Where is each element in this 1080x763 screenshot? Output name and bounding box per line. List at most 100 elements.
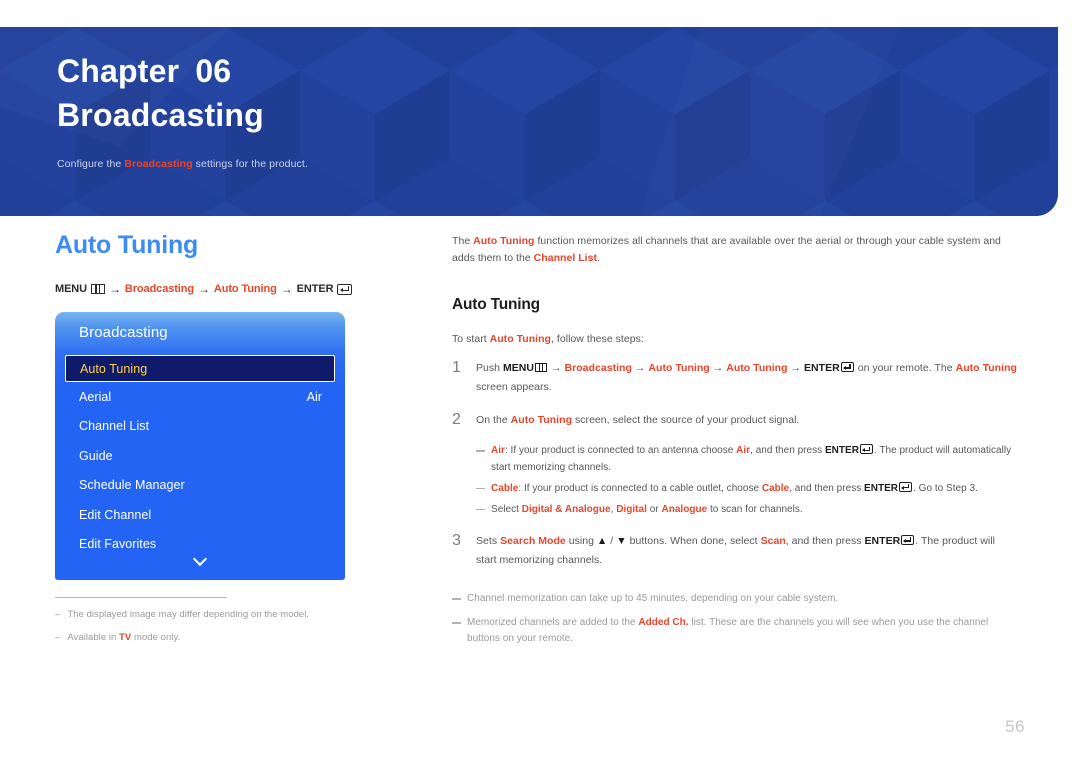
osd-item-edit-channel[interactable]: Edit Channel [55,500,345,530]
step-item-1: 1 Push MENU → Broadcasting → Auto Tuning… [452,359,1018,397]
chapter-name: Broadcasting [57,97,264,134]
breadcrumb-arrow-3: → [280,282,293,296]
menu-grid-icon [91,284,105,294]
right-end-notes: Channel memorization can take up to 45 m… [452,591,1018,647]
step1-highlight: Auto Tuning [955,362,1017,374]
step-item-2: 2 On the Auto Tuning screen, select the … [452,411,1018,430]
breadcrumb-item-auto-tuning: Auto Tuning [213,283,277,295]
bullet-cable-t2: , and then press [789,482,865,494]
arrow-down-icon: ▼ [616,535,627,548]
step-item-3: 3 Sets Search Mode using ▲ / ▼ buttons. … [452,532,1018,570]
step3-d: , and then press [785,535,865,548]
arrow-up-icon: ▲ [596,535,608,548]
bullet-air-enter: ENTER [824,445,859,457]
step1-arrow-1: → [551,362,562,374]
osd-item-value: Air [306,389,322,404]
osd-item-aerial[interactable]: Aerial Air [55,382,345,412]
bullet-scan-t2: or [646,503,662,515]
step1-a: Push [476,362,503,374]
footnote-divider [55,597,227,598]
section-title: Auto Tuning [55,231,199,259]
end-note-dash [452,598,461,600]
breadcrumb-arrow-2: → [198,282,210,296]
menu-path-breadcrumb: MENU → Broadcasting → Auto Tuning → ENTE… [55,282,400,296]
bullet-cable-choice: Cable [761,482,790,494]
step2-a: On the [476,414,511,427]
menu-grid-icon [535,363,548,372]
osd-item-auto-tuning[interactable]: Auto Tuning [65,355,335,382]
lead-highlight: Auto Tuning [489,333,551,345]
end-note-pre: Memorized channels are added to the [467,617,639,629]
intro-highlight-channel-list: Channel List [533,252,598,264]
right-column: The Auto Tuning function memorizes all c… [452,233,1018,655]
step2-b: screen, select the source of your produc… [572,414,800,427]
osd-scroll-down-control[interactable] [55,552,345,570]
step-text: Push MENU → Broadcasting → Auto Tuning →… [476,359,1018,397]
osd-item-label: Edit Favorites [79,537,157,552]
subsection-title: Auto Tuning [452,296,540,313]
step1-arrow-2: → [634,362,646,374]
osd-item-label: Edit Channel [79,507,152,522]
chapter-title: Chapter 06 [57,49,308,93]
chapter-number: 06 [195,53,232,89]
step-number: 1 [452,359,461,376]
breadcrumb-menu-label: MENU [55,283,87,295]
footnote-dash: – [55,609,61,620]
bullet-text: Select Digital & Analogue, Digital or An… [491,502,803,518]
step3-b: using [565,535,597,548]
step1-broadcasting: Broadcasting [564,362,632,374]
footnote-item: – Available in TV mode only. [55,631,355,645]
subtitle-highlight: Broadcasting [124,158,193,171]
footnote-post: mode only. [131,632,181,644]
bullet-cable: Cable: If your product is connected to a… [476,481,1018,497]
intro-p1: The [452,235,474,247]
step-text: Sets Search Mode using ▲ / ▼ buttons. Wh… [476,532,1018,570]
bullet-scan-t3: to scan for channels. [707,503,803,515]
step3-c: buttons. When done, select [626,535,761,548]
subtitle-pre: Configure the [57,158,125,171]
osd-item-label: Schedule Manager [79,478,185,493]
intro-highlight-auto-tuning: Auto Tuning [473,235,535,247]
end-note-dash [452,622,461,624]
enter-return-icon [337,283,353,295]
page-number: 56 [1005,717,1025,736]
subtitle-post: settings for the product. [192,158,308,171]
bullet-air: Air: If your product is connected to an … [476,443,1018,475]
footnote-dash: – [55,632,61,644]
step-number: 2 [452,411,461,429]
step1-arrow-4: → [790,362,802,374]
bullet-cable-enter: ENTER [864,482,899,494]
bullet-dash [476,487,485,490]
osd-item-channel-list[interactable]: Channel List [55,412,345,442]
enter-return-icon [840,362,854,372]
step3-search-mode: Search Mode [500,535,566,548]
osd-item-guide[interactable]: Guide [55,441,345,471]
bullet-text: Air: If your product is connected to an … [491,443,1018,475]
bullet-cable-t1: : If your product is connected to a cabl… [518,482,762,494]
chapter-subtitle: Configure the Broadcasting settings for … [57,158,308,170]
step1-arrow-3: → [712,362,724,374]
footnote-pre: Available in [67,632,120,644]
osd-header-title: Broadcasting [79,324,168,341]
enter-return-icon [901,535,915,546]
end-note-highlight: Added Ch. [638,617,689,629]
step-number: 3 [452,532,461,550]
left-footnotes: – The displayed image may differ dependi… [55,597,355,646]
enter-return-icon [859,444,873,455]
step1-auto-tuning-2: Auto Tuning [726,362,788,374]
osd-item-label: Aerial [79,389,112,404]
step-text: On the Auto Tuning screen, select the so… [476,411,1018,430]
step1-auto-tuning-1: Auto Tuning [648,362,710,374]
osd-item-schedule-manager[interactable]: Schedule Manager [55,471,345,501]
footnote-text: Available in TV mode only. [67,631,180,645]
chapter-banner: Chapter 06 Broadcasting Configure the Bro… [0,27,1058,216]
bullet-air-term: Air [491,445,505,457]
step1-enter-label: ENTER [804,362,840,374]
left-column: Auto Tuning MENU → Broadcasting → Auto T… [55,233,400,655]
bullet-air-t2: , and then press [750,445,825,457]
step1-d: screen appears. [476,381,552,394]
step1-menu-label: MENU [503,362,535,374]
steps-lead-line: To start Auto Tuning, follow these steps… [452,333,1018,345]
bullet-air-choice: Air [736,445,751,457]
bullet-text: Cable: If your product is connected to a… [491,481,978,497]
